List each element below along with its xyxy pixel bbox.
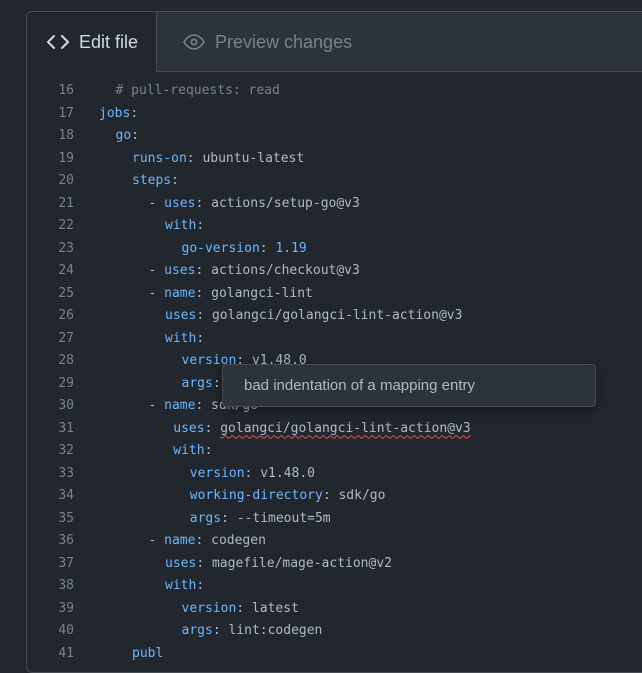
code-line: 18 go: — [27, 125, 642, 148]
line-content: - name: golangci-lint — [148, 285, 313, 301]
line-number: 37 — [58, 555, 74, 571]
line-content: with: — [165, 218, 205, 233]
code-line: 41 publ — [27, 643, 642, 666]
code-line: 25 - name: golangci-lint — [27, 283, 642, 306]
code-line: 40 args: lint:codegen — [27, 620, 642, 643]
code-line: 27 with: — [27, 328, 642, 351]
line-number: 29 — [58, 375, 74, 391]
code-line: 36 - name: codegen — [27, 530, 642, 553]
line-content: steps: — [132, 173, 179, 188]
code-line: 23 go-version: 1.19 — [27, 238, 642, 261]
code-line: 38 with: — [27, 575, 642, 598]
line-number: 30 — [58, 398, 74, 413]
code-line: 16 # pull-requests: read — [27, 80, 642, 103]
line-number: 24 — [58, 263, 74, 278]
line-number: 39 — [58, 600, 74, 616]
line-content: args: lint:codegen — [181, 623, 323, 638]
line-content: args: --timeout=5m — [189, 510, 331, 526]
line-content: uses: magefile/mage-action@v2 — [165, 555, 392, 571]
line-number: 22 — [58, 218, 74, 233]
line-number: 21 — [58, 195, 74, 211]
line-number: 33 — [58, 465, 74, 481]
code-line: 34 working-directory: sdk/go — [27, 485, 642, 508]
line-content: - uses: actions/setup-go@v3 — [148, 195, 360, 211]
tab-preview-changes[interactable]: Preview changes — [183, 12, 352, 72]
tab-preview-label: Preview changes — [215, 31, 353, 52]
code-line: 17 jobs: — [27, 103, 642, 126]
code-icon — [47, 34, 69, 50]
line-number: 38 — [58, 578, 74, 593]
line-number: 31 — [58, 420, 74, 436]
code-line: 21 - uses: actions/setup-go@v3 — [27, 193, 642, 216]
line-number: 20 — [58, 173, 74, 188]
code-line: 26 uses: golangci/golangci-lint-action@v3 — [27, 305, 642, 328]
line-content: version: latest — [181, 600, 299, 616]
line-content: working-directory: sdk/go — [189, 488, 386, 503]
line-number: 19 — [58, 150, 74, 166]
line-number: 26 — [58, 308, 74, 323]
line-content: runs-on: ubuntu-latest — [132, 150, 305, 166]
line-number: 16 — [58, 83, 74, 98]
line-number: 18 — [58, 128, 74, 143]
code-line: 39 version: latest — [27, 598, 642, 621]
line-number: 34 — [58, 488, 74, 503]
tab-bar: Edit file Preview changes — [27, 12, 642, 72]
code-line: 35 args: --timeout=5m — [27, 508, 642, 531]
line-number: 41 — [58, 645, 74, 661]
line-number: 36 — [58, 533, 74, 548]
line-number: 27 — [58, 330, 74, 346]
code-line: 32 with: — [27, 440, 642, 463]
line-content: uses: golangci/golangci-lint-action@v3 — [165, 308, 463, 323]
editor-panel: Edit file Preview changes 16 # pull-reque… — [26, 11, 642, 673]
tooltip-message: bad indentation of a mapping entry — [244, 377, 475, 394]
line-number: 25 — [58, 285, 74, 301]
line-number: 35 — [58, 510, 74, 526]
line-content: with: — [173, 443, 213, 458]
code-line: 24 - uses: actions/checkout@v3 — [27, 260, 642, 283]
line-number: 23 — [58, 240, 74, 256]
tab-edit-file[interactable]: Edit file — [27, 12, 157, 72]
line-number: 32 — [58, 443, 74, 458]
eye-icon — [183, 34, 205, 50]
line-number: 17 — [58, 105, 74, 121]
line-content: jobs: — [99, 105, 139, 121]
code-line: 31 uses: golangci/golangci-lint-action@v3 — [27, 418, 642, 441]
code-line: 20 steps: — [27, 170, 642, 193]
line-number: 28 — [58, 353, 74, 368]
line-content: - name: codegen — [148, 533, 266, 548]
line-content: # pull-requests: read — [115, 83, 280, 98]
line-content: version: v1.48.0 — [189, 465, 315, 481]
code-line: 37 uses: magefile/mage-action@v2 — [27, 553, 642, 576]
line-content: publ — [132, 645, 164, 661]
code-line: 22 with: — [27, 215, 642, 238]
tab-edit-label: Edit file — [79, 31, 139, 52]
code-line: 33 version: v1.48.0 — [27, 463, 642, 486]
code-line: 19 runs-on: ubuntu-latest — [27, 148, 642, 171]
line-number: 40 — [58, 623, 74, 638]
line-content: uses: golangci/golangci-lint-action@v3 — [173, 420, 471, 436]
line-content: go-version: 1.19 — [181, 240, 307, 256]
line-content: go: — [115, 128, 139, 143]
line-content: - uses: actions/checkout@v3 — [148, 263, 360, 278]
lint-error-tooltip: bad indentation of a mapping entry — [222, 364, 596, 407]
line-content: with: — [165, 330, 205, 346]
line-content: with: — [165, 578, 205, 593]
